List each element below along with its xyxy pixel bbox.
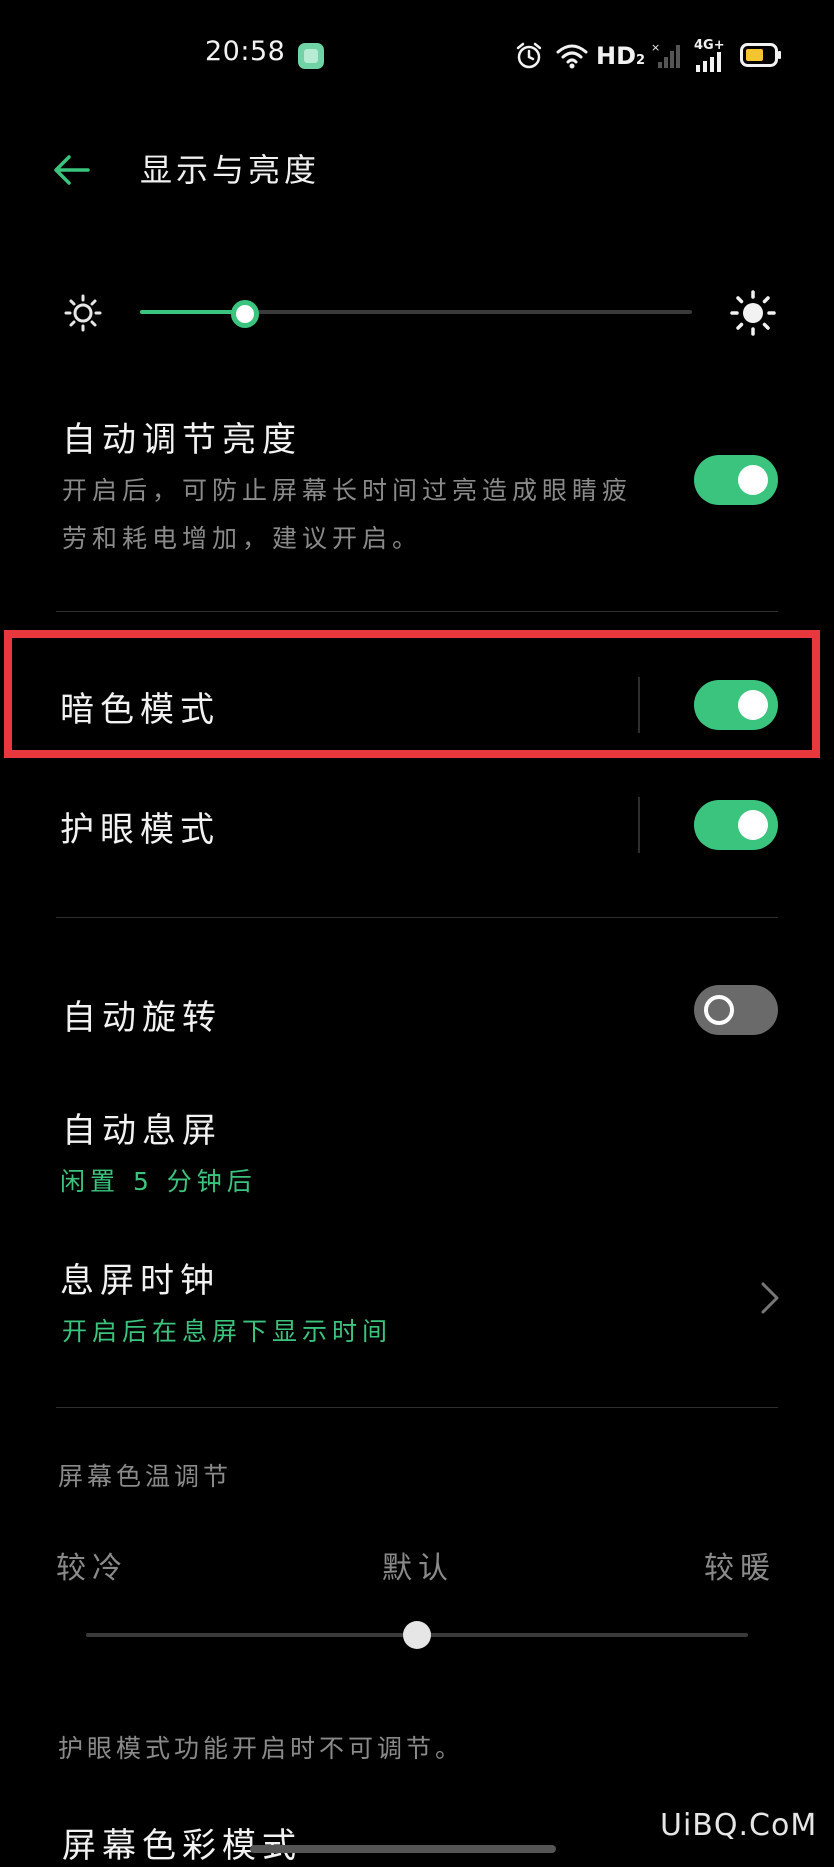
auto-brightness-desc-2: 劳和耗电增加，建议开启。 [62,524,423,553]
color-temp-cool-label: 较冷 [56,1551,128,1586]
auto-brightness-desc-1: 开启后，可防止屏幕长时间过亮造成眼睛疲 [62,476,633,505]
row-separator [638,677,640,733]
color-temp-note: 护眼模式功能开启时不可调节。 [58,1734,465,1763]
page-title: 显示与亮度 [140,151,321,189]
dark-mode-title: 暗色模式 [60,690,220,730]
chevron-right-icon [761,1282,779,1314]
aod-clock-row[interactable]: 息屏时钟 开启后在息屏下显示时间 [56,1250,778,1350]
svg-text:×: × [651,42,660,54]
color-temp-section-title: 屏幕色温调节 [58,1462,233,1491]
divider [56,917,778,918]
toggle-knob [738,690,768,720]
aod-clock-desc: 开启后在息屏下显示时间 [62,1317,393,1346]
dark-mode-toggle[interactable] [694,680,778,730]
cell-signal: 4G+ [694,38,726,72]
brightness-slider[interactable] [140,300,692,328]
cell-signal-icon [696,52,721,72]
auto-screen-off-value: 闲置 5 分钟后 [60,1167,257,1196]
brightness-fill [140,310,245,314]
toggle-knob [704,995,734,1025]
wifi-icon [556,44,588,69]
home-indicator[interactable] [250,1845,556,1853]
toggle-knob [738,810,768,840]
auto-brightness-toggle[interactable] [694,455,778,505]
auto-brightness-title: 自动调节亮度 [62,420,302,460]
eye-comfort-toggle[interactable] [694,800,778,850]
hd-label: HD2 [596,42,646,70]
brightness-thumb[interactable] [231,300,259,328]
brightness-low-icon [64,294,102,332]
back-arrow-icon[interactable] [52,150,92,190]
brightness-high-icon [730,290,776,336]
color-temp-warm-label: 较暖 [704,1551,776,1586]
color-mode-title[interactable]: 屏幕色彩模式 [62,1818,302,1867]
row-separator [638,797,640,853]
auto-rotate-title: 自动旋转 [62,998,222,1038]
color-temp-default-label: 默认 [382,1551,454,1586]
color-temp-slider[interactable] [86,1620,748,1650]
battery-icon [740,43,781,67]
auto-rotate-toggle[interactable] [694,985,778,1035]
alarm-icon [516,42,542,69]
eye-comfort-title: 护眼模式 [60,810,220,850]
color-temp-thumb[interactable] [403,1621,431,1649]
auto-screen-off-title: 自动息屏 [62,1111,222,1151]
toggle-knob [738,465,768,495]
divider [56,1407,778,1408]
signal-no-sim-icon: × [651,42,680,68]
auto-brightness-row[interactable]: 自动调节亮度 开启后，可防止屏幕长时间过亮造成眼睛疲 劳和耗电增加，建议开启。 [56,405,778,565]
aod-clock-title: 息屏时钟 [60,1261,220,1301]
notification-app-icon [298,43,324,69]
divider [56,611,778,612]
watermark: UiBQ.CoM [660,1808,818,1843]
auto-screen-off-row[interactable]: 自动息屏 闲置 5 分钟后 [56,1100,778,1196]
status-time: 20:58 [205,36,286,67]
